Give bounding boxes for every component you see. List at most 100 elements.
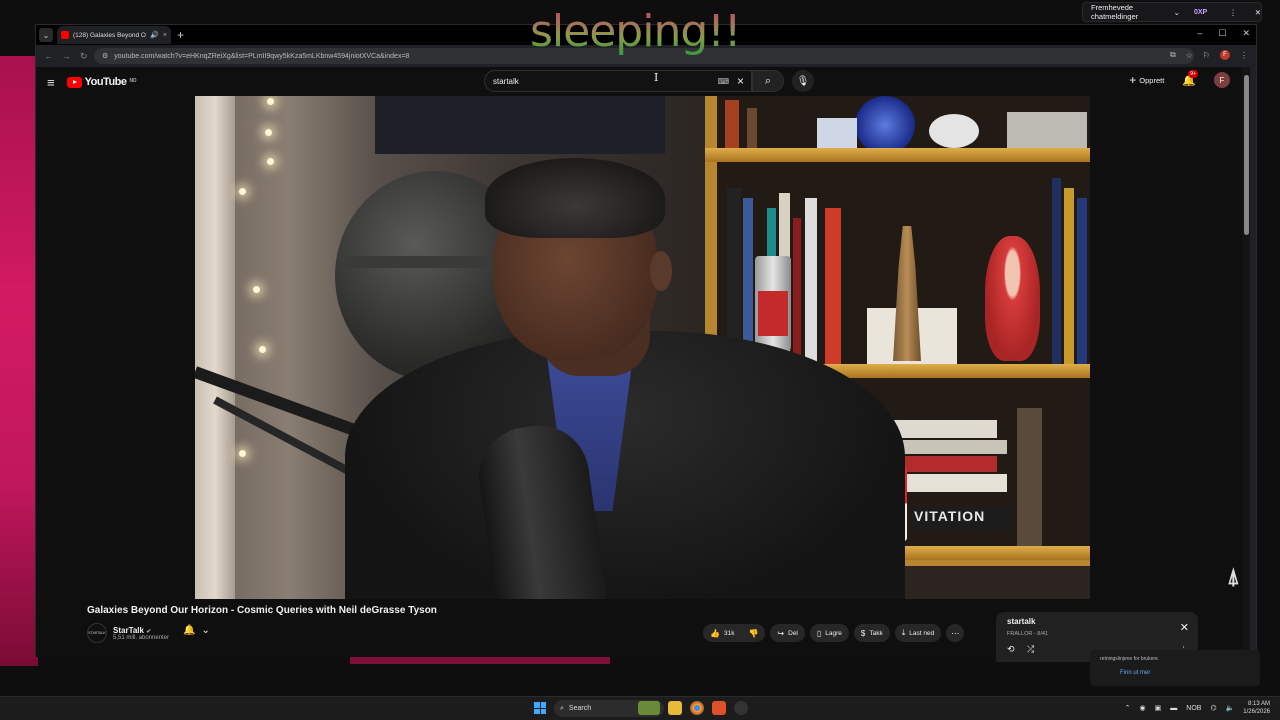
network-icon[interactable]: ⌬ [1210, 704, 1216, 712]
string-light [267, 98, 274, 105]
tab-close-icon[interactable]: × [163, 32, 167, 39]
video-scene-globe-stand [345, 256, 495, 268]
hamburger-menu-icon[interactable]: ≡ [47, 75, 55, 90]
taskbar: ⌕ Search ⌃ ◉ ▣ ▬ NOB ⌬ 🔈 8:13 AM 1/26/20… [0, 696, 1280, 720]
taskbar-search-label: Search [568, 705, 592, 712]
save-button[interactable]: ▯ Lagre [809, 624, 849, 642]
highlighted-chat-label: Fremhevede chatmeldinger [1091, 3, 1139, 21]
system-tray: ⌃ ◉ ▣ ▬ NOB ⌬ 🔈 8:13 AM 1/26/2026 [1125, 700, 1270, 716]
string-light [267, 158, 274, 165]
youtube-logo[interactable]: YouTube NO [66, 76, 136, 88]
chevron-up-icon[interactable]: ⌃ [1125, 704, 1131, 712]
thanks-icon: $ [860, 628, 866, 638]
string-light [239, 450, 246, 457]
volume-icon[interactable]: 🔈 [1226, 704, 1235, 712]
windows-start-icon[interactable] [534, 702, 546, 714]
install-app-icon[interactable]: ⧉ [1170, 50, 1176, 60]
site-info-icon[interactable]: ⚙ [102, 52, 108, 60]
tab-search-button[interactable]: ⌄ [39, 28, 53, 42]
desktop-wallpaper-strip [0, 56, 38, 666]
tray-app-icon[interactable]: ▣ [1155, 704, 1162, 712]
channel-avatar[interactable]: STARTALK [87, 623, 107, 643]
youtube-favicon-icon [61, 31, 69, 39]
create-button[interactable]: + Opprett [1129, 73, 1164, 87]
tab-youtube[interactable]: (128) Galaxies Beyond Our 🔊 × [57, 26, 171, 44]
browser-menu-icon[interactable]: ⋮ [1240, 51, 1248, 60]
bookmark-icon: ▯ [816, 628, 822, 638]
minimize-button[interactable]: – [1197, 28, 1202, 39]
create-label: Opprett [1139, 75, 1165, 85]
widget-icon[interactable] [638, 701, 660, 715]
subscribe-notification-button[interactable]: 🔔 ⌄ [183, 625, 210, 636]
notifications-button[interactable]: 🔔 9+ [1182, 69, 1198, 87]
player-side-area [1090, 96, 1250, 599]
channel-info: STARTALK StarTalk ✔ 5,51 mill. abonnente… [87, 623, 169, 643]
chevron-down-icon: ⌄ [201, 625, 210, 636]
more-vert-icon[interactable]: ⋮ [1229, 8, 1237, 17]
search-input[interactable] [493, 76, 693, 86]
shuffle-icon[interactable]: ⤮ [1027, 644, 1034, 655]
profile-avatar[interactable]: F [1220, 50, 1230, 60]
tray-app-icon[interactable]: ▬ [1170, 705, 1177, 712]
url-text: youtube.com/watch?v=eHKnqZReiXg&list=PLm… [114, 52, 410, 60]
voice-search-button[interactable]: 🎙 [792, 70, 814, 92]
playlist-title[interactable]: startalk [1007, 617, 1035, 626]
language-indicator[interactable]: NOB [1186, 705, 1201, 712]
download-button[interactable]: ⤓ Last ned [894, 624, 942, 642]
bookmark-star-icon[interactable]: ☆ [1186, 51, 1193, 60]
speaker-icon[interactable]: 🔊 [150, 31, 159, 39]
close-window-button[interactable]: ✕ [1242, 28, 1250, 39]
extensions-icon[interactable]: ⚐ [1203, 51, 1210, 60]
chevron-down-icon: ⌄ [1173, 7, 1180, 17]
brave-icon[interactable] [712, 701, 726, 715]
thanks-button[interactable]: $ Takk [853, 624, 890, 642]
account-avatar[interactable]: F [1214, 72, 1230, 88]
app-icon[interactable] [734, 701, 748, 715]
file-explorer-icon[interactable] [668, 701, 682, 715]
video-actions: 👍 31k 👎 ↪ Del ▯ Lagre $ Takk ⤓ Last ned … [703, 624, 965, 642]
xp-badge: 0XP [1193, 8, 1208, 16]
video-player[interactable]: VITATION [195, 96, 1090, 599]
header-actions: + Opprett 🔔 9+ F [1129, 69, 1230, 88]
like-button[interactable]: 👍 31k 👎 [703, 624, 766, 642]
channel-name[interactable]: StarTalk ✔ [113, 626, 169, 635]
page-scrollbar[interactable] [1242, 67, 1250, 657]
download-icon: ⤓ [901, 628, 906, 637]
bell-icon: 🔔 [183, 625, 196, 636]
string-light [253, 286, 260, 293]
notification-text: retningslinjene for brukere. [1100, 656, 1160, 662]
chrome-icon[interactable] [690, 701, 704, 715]
maximize-button[interactable]: ☐ [1218, 28, 1226, 39]
browser-window: ⌄ (128) Galaxies Beyond Our 🔊 × + – ☐ ✕ … [35, 24, 1257, 662]
forward-arrow-icon[interactable]: → [62, 51, 72, 61]
tab-title: (128) Galaxies Beyond Our [73, 31, 147, 39]
keyboard-icon[interactable]: ⌨ [717, 77, 729, 86]
text-cursor-icon: I [654, 71, 659, 84]
back-arrow-icon[interactable]: ← [44, 51, 54, 61]
video-scene-painting [375, 96, 665, 154]
highlighted-chat-button[interactable]: Fremhevede chatmeldinger ⌄ 0XP ⋮ ✕ [1082, 2, 1262, 22]
loop-icon[interactable]: ⟲ [1007, 644, 1015, 655]
clear-search-icon[interactable]: × [737, 74, 744, 88]
download-label: Last ned [909, 629, 935, 637]
video-scene-shelf-board [705, 148, 1090, 162]
share-button[interactable]: ↪ Del [770, 624, 805, 642]
close-icon[interactable]: ✕ [1180, 621, 1189, 634]
search-button[interactable]: ⌕ [752, 70, 784, 92]
scrollbar-thumb[interactable] [1244, 75, 1249, 235]
clock[interactable]: 8:13 AM 1/26/2026 [1243, 700, 1270, 716]
learn-more-link[interactable]: Finn ut mer [1120, 670, 1150, 676]
video-scene-person-ear [650, 251, 672, 291]
playlist-subtitle: FRALLOR - 8/41 [1007, 631, 1048, 637]
more-actions-button[interactable]: ⋯ [946, 624, 965, 642]
close-icon[interactable]: ✕ [1255, 8, 1261, 17]
thumbs-down-icon[interactable]: 👎 [748, 629, 758, 638]
new-tab-button[interactable]: + [177, 28, 184, 42]
reload-icon[interactable]: ↻ [80, 51, 90, 62]
channel-name-text: StarTalk [113, 625, 144, 635]
tray-app-icon[interactable]: ◉ [1140, 704, 1146, 712]
side-notification: retningslinjene for brukere. Finn ut mer [1090, 650, 1260, 686]
video-scene-person-hair [485, 158, 665, 238]
thanks-label: Takk [869, 629, 883, 637]
subscriber-count: 5,51 mill. abonnenter [113, 634, 170, 641]
